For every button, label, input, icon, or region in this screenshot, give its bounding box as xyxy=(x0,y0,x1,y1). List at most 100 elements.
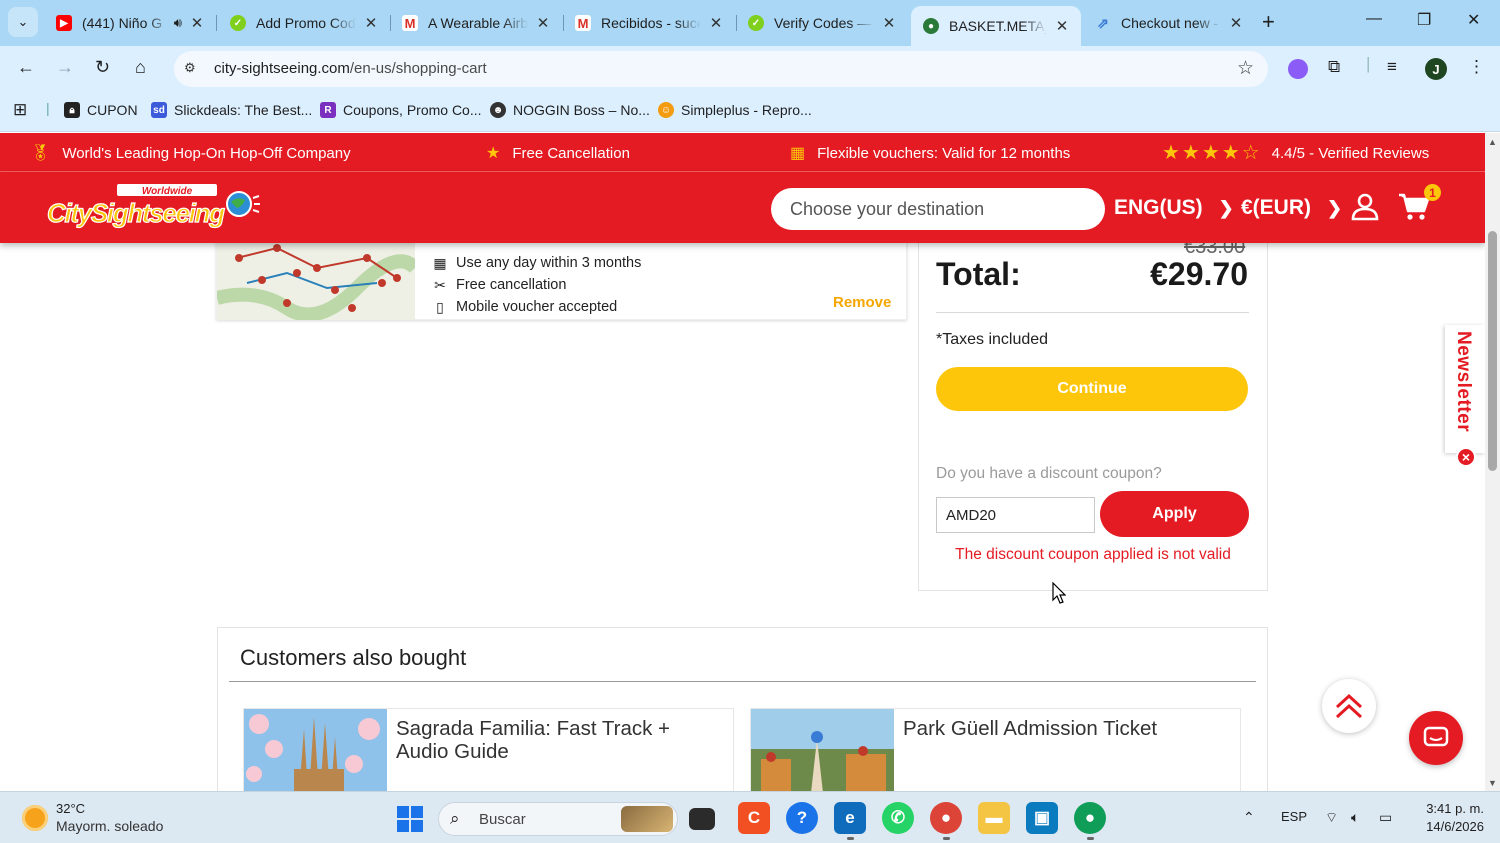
site-info-icon[interactable]: ⚙ xyxy=(184,60,202,78)
remove-item-link[interactable]: Remove xyxy=(833,294,891,311)
bookmark-simpleplus[interactable]: ☺ Simpleplus - Repro... xyxy=(658,102,812,118)
clock-date[interactable]: 14/6/2026 xyxy=(1414,819,1484,834)
reload-icon[interactable]: ↻ xyxy=(95,57,110,78)
running-indicator xyxy=(847,837,854,840)
bookmark-cupon[interactable]: 🔒︎ CUPON xyxy=(64,102,138,118)
tab-add-promo[interactable]: ✓ Add Promo Cod ✕ xyxy=(218,6,390,40)
volume-icon[interactable]: 🔈︎ xyxy=(1351,809,1359,826)
restore-icon[interactable]: ❐ xyxy=(1417,10,1431,30)
weather-temperature[interactable]: 32°C xyxy=(56,801,85,816)
close-tab-icon[interactable]: ✕ xyxy=(188,14,206,32)
close-tab-icon[interactable]: ✕ xyxy=(880,14,898,32)
recommendation-card[interactable]: Park Güell Admission Ticket xyxy=(750,708,1241,791)
tab-youtube[interactable]: ▶ (441) Niño G 🔊︎ ✕ xyxy=(44,6,216,40)
file-explorer-icon[interactable]: ▬ xyxy=(978,802,1010,834)
weather-sun-icon[interactable] xyxy=(22,805,48,831)
tab-verify-codes[interactable]: ✓ Verify Codes — ✕ xyxy=(736,6,908,40)
forward-icon[interactable]: → xyxy=(56,57,74,78)
show-hidden-icons[interactable]: ⌃ xyxy=(1243,809,1255,826)
close-tab-icon[interactable]: ✕ xyxy=(1227,14,1245,32)
clock-time[interactable]: 3:41 p. m. xyxy=(1414,801,1484,816)
battery-icon[interactable]: ▭ xyxy=(1379,809,1392,826)
promo-cancellation: ★ Free Cancellation xyxy=(486,143,630,163)
recommendation-card[interactable]: Sagrada Familia: Fast Track + Audio Guid… xyxy=(243,708,734,791)
taskbar-search[interactable]: ⌕ Buscar xyxy=(438,802,678,836)
coupon-code-input[interactable] xyxy=(936,497,1095,533)
destination-search-input[interactable] xyxy=(771,188,1105,230)
currency-selector[interactable]: €(EUR) ❯ xyxy=(1241,196,1342,220)
whatsapp-icon[interactable]: ✆ xyxy=(882,802,914,834)
task-view-icon[interactable] xyxy=(689,808,715,830)
chrome-browser-icon[interactable]: ● xyxy=(1074,802,1106,834)
minimize-icon[interactable]: — xyxy=(1366,10,1382,28)
media-control-icon[interactable]: ≡ xyxy=(1387,57,1397,77)
bookmark-noggin[interactable]: ☻ NOGGIN Boss – No... xyxy=(490,102,650,118)
tab-checkout[interactable]: ⇗ Checkout new - ✕ xyxy=(1083,6,1255,40)
tab-basket-active[interactable]: ● BASKET.META_TI ✕ xyxy=(911,6,1081,46)
scrollbar-thumb[interactable] xyxy=(1488,231,1497,471)
city-sightseeing-icon: ● xyxy=(923,18,939,34)
bookmark-star-icon[interactable]: ☆ xyxy=(1237,57,1254,80)
close-tab-icon[interactable]: ✕ xyxy=(707,14,725,32)
tab-gmail-2[interactable]: M Recibidos - suce ✕ xyxy=(563,6,735,40)
edge-browser-icon[interactable]: e xyxy=(834,802,866,834)
extension-icon[interactable] xyxy=(1288,59,1308,79)
close-tab-icon[interactable]: ✕ xyxy=(1053,17,1071,35)
cancel-ticket-icon: ✂ xyxy=(434,276,446,293)
windows-start-icon[interactable] xyxy=(397,806,423,832)
user-account-icon[interactable] xyxy=(1350,192,1380,222)
apps-grid-icon[interactable]: ⊞ xyxy=(13,100,27,120)
slickdeals-icon: sd xyxy=(151,102,167,118)
help-icon[interactable]: ? xyxy=(786,802,818,834)
newsletter-tab[interactable]: Newsletter xyxy=(1445,325,1485,453)
app-orange-icon[interactable]: C xyxy=(738,802,770,834)
gmail-icon: M xyxy=(402,15,418,31)
url-text[interactable]: city-sightseeing.com/en-us/shopping-cart xyxy=(214,60,487,77)
site-header: Worldwide CitySightseeing ENG(US) ❯ €(EU… xyxy=(0,171,1485,243)
home-icon[interactable]: ⌂ xyxy=(135,57,146,78)
tab-title: Verify Codes — xyxy=(774,15,872,31)
input-language[interactable]: ESP xyxy=(1281,809,1307,824)
promo-reviews[interactable]: ★★★★☆ 4.4/5 - Verified Reviews xyxy=(1162,141,1429,166)
remote-desktop-icon[interactable]: ▣ xyxy=(1026,802,1058,834)
running-indicator xyxy=(1087,837,1094,840)
chrome-profile-icon[interactable]: ● xyxy=(930,802,962,834)
recommendation-title[interactable]: Park Güell Admission Ticket xyxy=(903,717,1233,740)
search-highlight-image xyxy=(621,806,673,832)
scroll-up-arrow-icon[interactable]: ▲ xyxy=(1488,137,1497,147)
speaker-icon[interactable]: 🔊︎ xyxy=(174,15,182,31)
profile-avatar[interactable]: J xyxy=(1425,58,1447,80)
promo-company: 🏅︎ World's Leading Hop-On Hop-Off Compan… xyxy=(30,143,351,163)
tab-title: A Wearable Airb xyxy=(428,15,528,31)
close-tab-icon[interactable]: ✕ xyxy=(534,14,552,32)
scroll-to-top-button[interactable] xyxy=(1322,679,1376,733)
bookmark-coupons[interactable]: R Coupons, Promo Co... xyxy=(320,102,482,118)
extensions-puzzle-icon[interactable]: ⧉ xyxy=(1328,57,1340,77)
page-scrollbar[interactable]: ▲ ▼ xyxy=(1485,133,1500,791)
continue-button[interactable]: Continue xyxy=(936,367,1248,411)
tab-gmail-1[interactable]: M A Wearable Airb ✕ xyxy=(390,6,562,40)
promo-text: World's Leading Hop-On Hop-Off Company xyxy=(62,144,351,162)
browser-menu-icon[interactable]: ⋮ xyxy=(1468,57,1485,77)
apply-coupon-button[interactable]: Apply xyxy=(1100,491,1249,537)
city-sightseeing-logo[interactable]: Worldwide CitySightseeing xyxy=(45,184,260,234)
chevron-right-icon: ❯ xyxy=(1327,197,1343,218)
close-tab-icon[interactable]: ✕ xyxy=(362,14,380,32)
scroll-down-arrow-icon[interactable]: ▼ xyxy=(1488,778,1497,788)
recommendation-title[interactable]: Sagrada Familia: Fast Track + Audio Guid… xyxy=(396,717,726,763)
address-bar[interactable]: ⚙ city-sightseeing.com/en-us/shopping-ca… xyxy=(174,51,1268,87)
wifi-icon[interactable]: ⌔ xyxy=(1325,809,1338,827)
bookmark-label: Simpleplus - Repro... xyxy=(681,102,812,118)
newsletter-close-icon[interactable]: × xyxy=(1456,447,1476,467)
back-icon[interactable]: ← xyxy=(17,57,35,78)
running-indicator xyxy=(943,837,950,840)
bookmark-label: CUPON xyxy=(87,102,138,118)
sagrada-familia-image xyxy=(244,709,387,791)
chat-button[interactable] xyxy=(1409,711,1463,765)
close-window-icon[interactable]: ✕ xyxy=(1467,10,1480,30)
bookmark-slickdeals[interactable]: sd Slickdeals: The Best... xyxy=(151,102,312,118)
weather-description[interactable]: Mayorm. soleado xyxy=(56,818,163,834)
tab-search-button[interactable]: ⌄ xyxy=(8,7,38,37)
new-tab-button[interactable]: + xyxy=(1262,9,1275,35)
language-selector[interactable]: ENG(US) ❯ xyxy=(1114,196,1234,220)
